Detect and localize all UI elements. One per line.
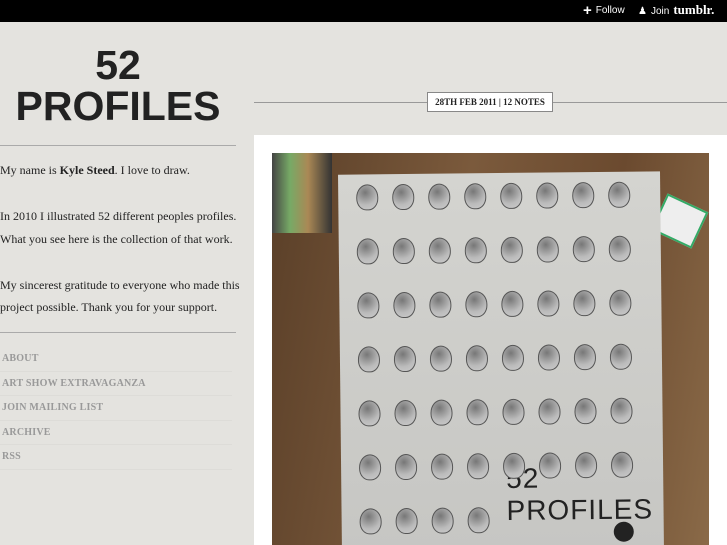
user-icon: ♟	[638, 6, 647, 17]
divider	[0, 145, 236, 146]
profiles-poster: 52 PROFILES	[338, 171, 664, 545]
profile-sketch	[574, 398, 597, 425]
profile-sketch	[536, 236, 559, 263]
profile-sketch	[465, 291, 488, 318]
divider	[0, 332, 236, 333]
follow-button[interactable]: + Follow	[583, 1, 625, 19]
blog-title-line2[interactable]: PROFILES	[0, 86, 236, 127]
profile-sketch	[394, 399, 417, 427]
post-date-notes-link[interactable]: 28TH FEB 2011 | 12 NOTES	[427, 92, 553, 112]
plus-icon: +	[583, 1, 592, 19]
intro-text: In 2010 I illustrated 52 different peopl…	[0, 209, 237, 223]
join-label: Join	[650, 6, 670, 17]
nav-separator	[0, 444, 232, 445]
profile-sketch	[500, 182, 523, 209]
profile-sketch	[430, 399, 453, 426]
profile-sketch	[429, 291, 452, 318]
profile-sketch	[572, 236, 595, 263]
profile-sketch	[395, 507, 418, 535]
profile-sketch	[608, 181, 631, 208]
profile-sketch	[609, 289, 632, 316]
profile-sketch	[466, 399, 489, 426]
profile-sketch	[502, 452, 526, 479]
profile-sketch	[428, 237, 451, 264]
intro-text: My sincerest gratitude to everyone who m…	[0, 278, 240, 292]
profile-sketch	[429, 345, 453, 372]
profile-sketch	[500, 236, 523, 263]
intro-text: What you see here is the collection of t…	[0, 232, 233, 246]
profile-sketch	[464, 237, 487, 264]
nav-separator	[0, 469, 232, 470]
nav-mailing-list[interactable]: JOIN MAILING LIST	[2, 402, 103, 413]
nav-rss[interactable]: RSS	[2, 451, 21, 462]
profile-sketch	[574, 452, 598, 479]
nav-art-show[interactable]: ART SHOW EXTRAVAGANZA	[2, 378, 146, 389]
profile-sketch	[392, 183, 415, 211]
profile-sketch	[573, 290, 596, 317]
profile-sketch	[501, 290, 524, 317]
nav-about[interactable]: ABOUT	[2, 353, 39, 364]
profile-sketch	[573, 344, 597, 371]
join-tumblr-button[interactable]: ♟ Join tumblr.	[638, 2, 715, 18]
profile-sketch	[501, 344, 525, 371]
profile-sketch	[536, 182, 559, 209]
follow-label: Follow	[595, 5, 625, 16]
profile-sketch	[538, 398, 561, 425]
profile-sketch	[392, 237, 415, 265]
nav-archive[interactable]: ARCHIVE	[2, 427, 51, 438]
profile-sketch	[393, 345, 417, 373]
profile-sketch	[357, 292, 380, 319]
nav-separator	[0, 395, 232, 396]
profile-sketch	[358, 400, 381, 427]
profile-sketch	[537, 344, 561, 371]
blog-title-line1[interactable]: 52	[0, 45, 236, 86]
profile-sketch	[572, 182, 595, 209]
intro-text: My name is Kyle Steed. I love to draw.	[0, 163, 190, 177]
profile-sketch	[502, 398, 525, 425]
nav-separator	[0, 420, 232, 421]
profile-sketch	[358, 454, 382, 481]
profile-sketch	[394, 453, 418, 481]
profile-sketch	[356, 238, 379, 265]
top-bar: + Follow ♟ Join tumblr.	[0, 0, 727, 22]
profile-sketch	[431, 507, 454, 534]
profile-sketch	[428, 183, 451, 210]
profile-sketch	[538, 452, 562, 479]
profile-sketch	[537, 290, 560, 317]
profile-sketch	[466, 453, 490, 480]
profile-sketch	[465, 345, 489, 372]
intro-text: project possible. Thank you for your sup…	[0, 300, 218, 314]
author-name: Kyle Steed	[59, 163, 115, 177]
profile-sketch	[430, 453, 454, 480]
profile-sketch	[608, 235, 631, 262]
profile-sketch	[464, 183, 487, 210]
profile-sketch	[610, 451, 634, 478]
profile-sketch	[393, 291, 416, 319]
profile-sketch	[610, 397, 633, 424]
profile-sketch	[467, 507, 490, 534]
signature-stamp	[613, 521, 634, 542]
nav-separator	[0, 371, 232, 372]
profile-sketch	[356, 184, 379, 211]
profile-sketch	[609, 343, 633, 370]
tumblr-logo: tumblr.	[673, 2, 715, 17]
books-image-detail	[272, 153, 332, 233]
profile-sketch	[357, 346, 381, 373]
post-photo[interactable]: 52 PROFILES	[272, 153, 709, 545]
profile-sketch	[359, 508, 382, 535]
